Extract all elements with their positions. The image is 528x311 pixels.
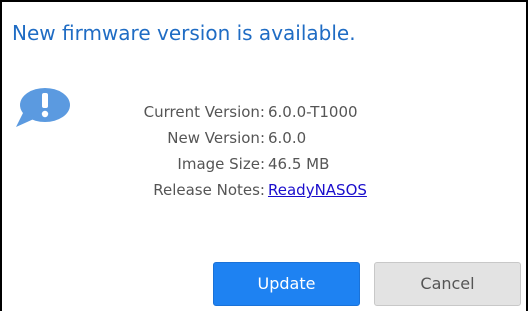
dialog-title: New firmware version is available.	[12, 21, 356, 45]
release-notes-label: Release Notes:	[153, 181, 265, 199]
firmware-update-dialog: New firmware version is available. Curre…	[0, 0, 528, 311]
update-button[interactable]: Update	[213, 262, 360, 306]
info-speech-bubble-icon	[14, 85, 72, 129]
release-notes-row: Release Notes: ReadyNASOS	[94, 177, 424, 203]
current-version-label: Current Version:	[143, 103, 265, 121]
image-size-row: Image Size: 46.5 MB	[94, 151, 424, 177]
firmware-details: Current Version: 6.0.0-T1000 New Version…	[94, 99, 424, 203]
cancel-button[interactable]: Cancel	[374, 262, 521, 306]
release-notes-value: ReadyNASOS	[268, 177, 367, 203]
release-notes-link[interactable]: ReadyNASOS	[268, 181, 367, 199]
image-size-label: Image Size:	[177, 155, 265, 173]
image-size-value: 46.5 MB	[268, 155, 330, 173]
new-version-label: New Version:	[167, 129, 265, 147]
new-version-row: New Version: 6.0.0	[94, 125, 424, 151]
new-version-value: 6.0.0	[268, 129, 307, 147]
current-version-row: Current Version: 6.0.0-T1000	[94, 99, 424, 125]
current-version-value: 6.0.0-T1000	[268, 103, 358, 121]
